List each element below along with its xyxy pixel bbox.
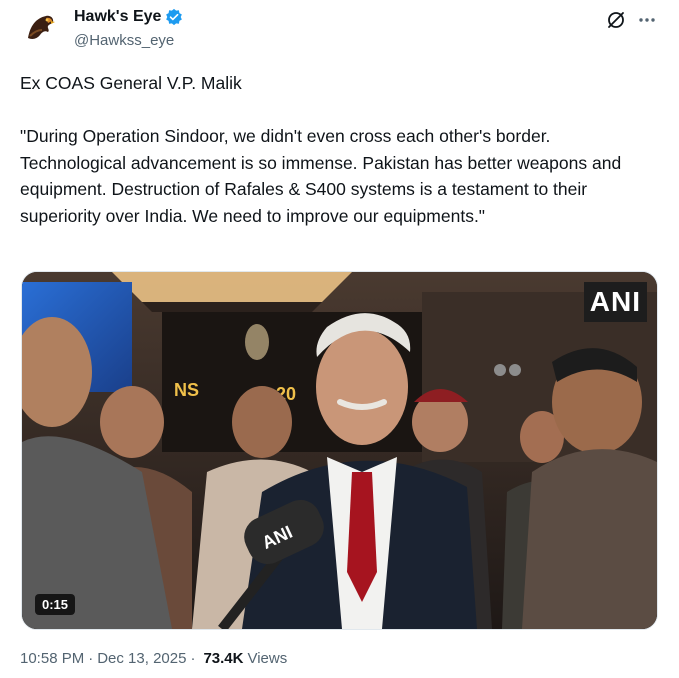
tweet-time[interactable]: 10:58 PM [20,650,84,667]
meta-separator: · [88,650,94,667]
tweet-text: Ex COAS General V.P. Malik "During Opera… [20,73,622,226]
video-player[interactable]: NS 20 ANI ANI 0:15 [21,271,658,630]
verified-badge-icon[interactable] [165,8,183,26]
tweet-date[interactable]: Dec 13, 2025 [97,650,186,667]
video-duration: 0:15 [35,594,76,615]
author-display-name[interactable]: Hawk's Eye [74,8,161,26]
author-name-row: Hawk's Eye [74,8,183,26]
backdrop-text-left: NS [174,380,199,400]
ani-watermark: ANI [583,282,647,322]
views-count[interactable]: 73.4K [203,650,243,667]
author-avatar[interactable] [20,8,60,48]
tweet-meta: 10:58 PM · Dec 13, 2025 · 73.4K Views [20,650,287,667]
more-options-icon[interactable] [636,9,658,31]
author-handle[interactable]: @Hawkss_eye [74,32,174,49]
meta-separator-2: · [190,650,196,667]
video-frame: NS 20 ANI [22,272,657,629]
grok-icon[interactable] [606,10,626,30]
views-label: Views [247,650,288,667]
eagle-icon [20,8,60,48]
